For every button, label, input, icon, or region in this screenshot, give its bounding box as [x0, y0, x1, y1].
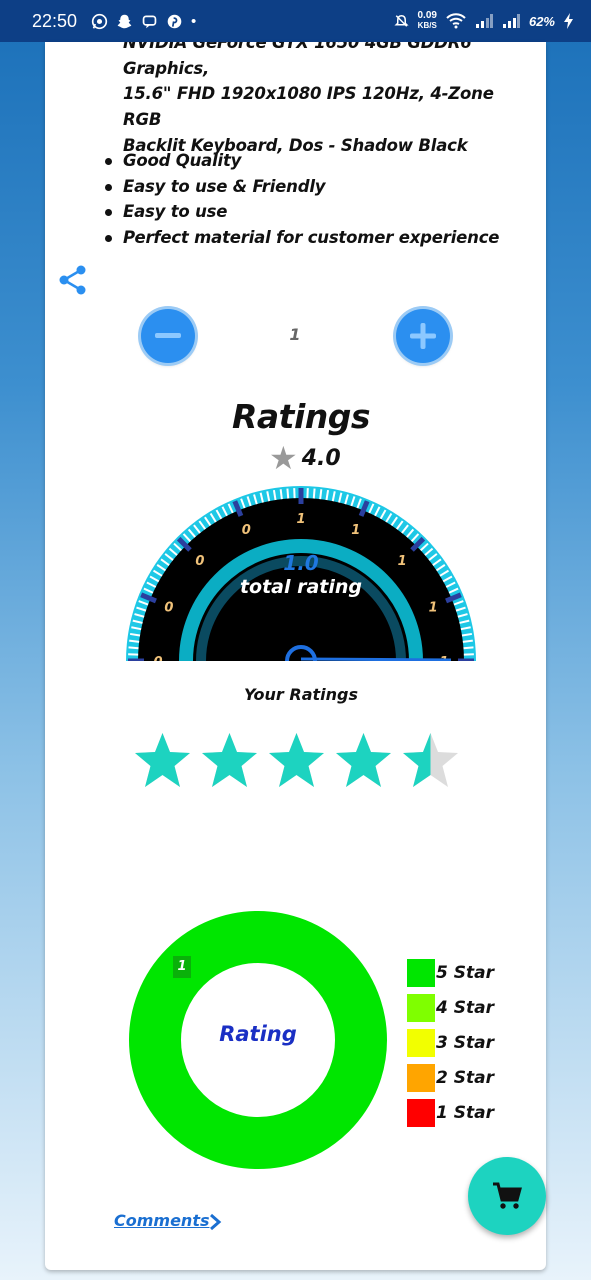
gauge-tick	[129, 639, 140, 643]
legend-item: 5 Star	[407, 955, 494, 990]
feature-item: Perfect material for customer experience	[105, 225, 499, 251]
gauge-tick	[128, 646, 139, 650]
legend-label: 1 Star	[436, 1102, 494, 1123]
battery-level: 62%	[528, 13, 555, 29]
legend-swatch	[407, 993, 435, 1022]
cart-icon	[493, 1182, 522, 1209]
status-app-icons: •	[91, 13, 196, 30]
gauge-tick-label: 0	[242, 523, 251, 538]
average-rating: ★ 4.0	[269, 442, 341, 474]
donut-center-label: Rating	[219, 1022, 297, 1046]
rating-star-icon[interactable]	[401, 731, 460, 790]
snapchat-icon	[117, 14, 132, 28]
star-icon: ★	[269, 439, 298, 477]
signal-icon-2	[502, 14, 520, 28]
network-speed: 0.09 KB/S	[418, 11, 437, 31]
status-bar: 22:50 • 0.09 KB/S 62%	[0, 0, 591, 42]
feature-item: Easy to use	[105, 199, 499, 225]
legend-item: 3 Star	[407, 1025, 494, 1060]
donut-segment-tag: 1	[173, 956, 191, 978]
average-rating-value: 4.0	[301, 445, 341, 471]
status-time: 22:50	[32, 10, 78, 31]
legend-label: 4 Star	[436, 997, 494, 1018]
product-card: NVIDIA GeForce GTX 1650 4GB GDDR6 Graphi…	[45, 42, 546, 1270]
gauge-tick	[462, 639, 473, 643]
legend-item: 1 Star	[407, 1095, 494, 1130]
ratings-title: Ratings	[231, 397, 371, 436]
gauge-tick	[319, 489, 323, 500]
gauge-tick-label: 1	[351, 523, 360, 538]
legend-label: 5 Star	[436, 962, 494, 983]
whatsapp-icon	[91, 13, 108, 29]
bell-muted-icon	[393, 14, 409, 27]
feature-item: Good Quality	[105, 148, 499, 174]
legend-item: 4 Star	[407, 990, 494, 1025]
gauge-value: 1.0	[283, 551, 319, 575]
dot-icon: •	[191, 12, 197, 30]
your-ratings-label: Your Ratings	[244, 685, 358, 704]
rating-star-icon[interactable]	[267, 731, 326, 790]
gauge-tick	[463, 646, 474, 650]
minus-icon	[155, 333, 181, 338]
gauge-tick-label: 1	[429, 600, 438, 615]
gauge-tick	[286, 488, 290, 499]
rating-star-icon[interactable]	[200, 731, 259, 790]
description-line: NVIDIA GeForce GTX 1650 4GB GDDR6 Graphi…	[123, 42, 472, 78]
legend-item: 2 Star	[407, 1060, 494, 1095]
charging-icon	[564, 13, 573, 29]
speed-value: 0.09	[417, 10, 437, 21]
legend-label: 3 Star	[436, 1032, 494, 1053]
speed-unit: KB/S	[417, 21, 437, 30]
comments-link[interactable]: Comments	[114, 1211, 210, 1230]
legend-label: 2 Star	[436, 1067, 494, 1088]
plus-icon	[410, 323, 436, 349]
chat-bot-icon	[142, 15, 157, 28]
gauge-tick	[279, 489, 283, 500]
feature-list: Good Quality Easy to use & Friendly Easy…	[105, 148, 499, 251]
gauge-tick-label: 0	[153, 655, 162, 661]
status-right: 0.09 KB/S 62%	[393, 11, 573, 31]
feature-item: Easy to use & Friendly	[105, 174, 499, 200]
wifi-icon	[446, 13, 466, 29]
legend-swatch	[407, 1098, 435, 1127]
gauge-needle	[300, 657, 452, 661]
description-line: 15.6" FHD 1920x1080 IPS 120Hz, 4-Zone RG…	[123, 84, 494, 130]
gauge-tick	[312, 488, 316, 499]
quantity-value: 1	[289, 325, 301, 344]
your-rating-stars[interactable]	[133, 731, 460, 790]
share-icon[interactable]	[59, 265, 87, 295]
product-description: NVIDIA GeForce GTX 1650 4GB GDDR6 Graphi…	[123, 42, 533, 159]
increase-quantity-button[interactable]	[396, 309, 450, 363]
pinterest-icon	[167, 14, 182, 28]
rating-star-icon[interactable]	[334, 731, 393, 790]
rating-star-icon[interactable]	[133, 731, 192, 790]
legend-swatch	[407, 1028, 435, 1057]
legend-swatch	[407, 1063, 435, 1092]
chevron-right-icon[interactable]	[206, 1212, 224, 1232]
gauge-tick-label: 1	[296, 512, 305, 527]
rating-legend: 5 Star 4 Star 3 Star 2 Star 1 Star	[407, 955, 494, 1130]
legend-swatch	[407, 958, 435, 987]
signal-icon	[475, 14, 493, 28]
gauge-tick-label: 0	[164, 600, 173, 615]
gauge-label: total rating	[239, 576, 363, 598]
decrease-quantity-button[interactable]	[141, 309, 195, 363]
cart-button[interactable]	[468, 1157, 546, 1235]
